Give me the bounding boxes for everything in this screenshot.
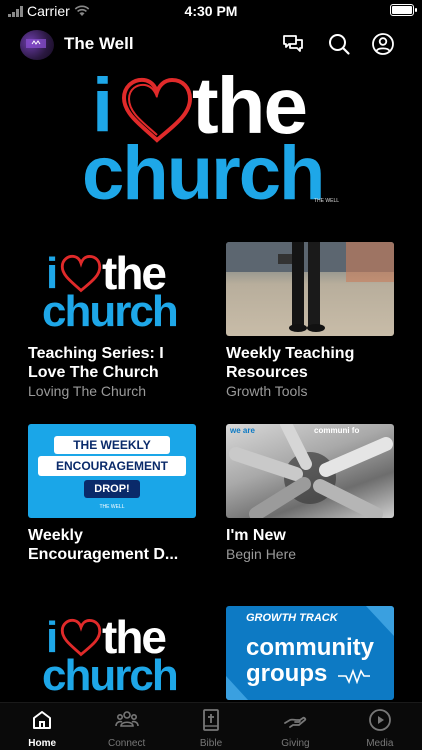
tab-label: Giving xyxy=(281,738,310,749)
tab-home[interactable]: Home xyxy=(0,703,84,750)
card-subtitle: Begin Here xyxy=(226,546,297,562)
card-im-new[interactable]: we are communi fo I'm New Begin Here xyxy=(226,424,394,563)
card-thumbnail: i the church xyxy=(28,242,196,336)
thumb-top-text: GROWTH TRACK xyxy=(246,612,338,624)
card-thumbnail: we are communi fo xyxy=(226,424,394,518)
bible-icon xyxy=(203,709,219,731)
thumb-line-1: THE WEEKLY xyxy=(54,436,170,454)
tab-label: Connect xyxy=(107,738,146,749)
card-teaching-series[interactable]: i the church Teaching Series: I Love The… xyxy=(28,242,196,400)
hands-together-photo xyxy=(229,424,393,518)
search-icon[interactable] xyxy=(327,32,351,56)
card-title: Weekly Teaching Resources xyxy=(226,345,355,381)
thumb-text-right: communi fo xyxy=(314,426,360,435)
card-thumbnail: THE WEEKLY ENCOURAGEMENT DROP! THE WELL xyxy=(28,424,196,518)
card-weekly-encouragement[interactable]: THE WEEKLY ENCOURAGEMENT DROP! THE WELL … xyxy=(28,424,196,564)
tab-bar: Home Connect Bible Giving Media xyxy=(0,702,422,750)
card-title: Weekly Encouragement D... xyxy=(28,527,179,563)
thumb-main-1: community xyxy=(246,634,375,661)
profile-icon[interactable] xyxy=(371,32,395,56)
thumb-text-left: we are xyxy=(230,426,255,435)
tab-label: Home xyxy=(28,738,57,749)
card-title: Teaching Series: I Love The Church xyxy=(28,345,164,381)
card-thumbnail: i the church xyxy=(28,606,196,700)
status-bar: Carrier 4:30 PM xyxy=(0,0,422,22)
tab-label: Bible xyxy=(199,738,223,749)
app-header: The Well xyxy=(0,26,422,62)
tab-label: Media xyxy=(366,738,394,749)
card-subtitle: Growth Tools xyxy=(226,383,308,399)
w-logo-icon xyxy=(338,668,370,684)
church-avatar[interactable] xyxy=(20,30,54,60)
thumb-line-2: ENCOURAGEMENT xyxy=(38,456,186,476)
thumb-logo-church: church xyxy=(42,287,179,336)
thumb-main-2: groups xyxy=(246,660,328,687)
thumb-line-3: DROP! xyxy=(84,480,140,498)
logo-brand-mark: THE WELL xyxy=(314,198,340,204)
giving-hand-icon xyxy=(284,716,307,728)
card-community-groups[interactable]: GROWTH TRACK community groups xyxy=(226,606,394,700)
card-title: I'm New xyxy=(226,527,286,544)
chat-icon[interactable] xyxy=(281,32,305,56)
status-time: 4:30 PM xyxy=(184,3,238,19)
card-subtitle: Loving The Church xyxy=(28,383,147,399)
tab-media[interactable]: Media xyxy=(338,703,422,750)
battery-icon xyxy=(390,4,417,16)
tab-giving[interactable]: Giving xyxy=(253,703,337,750)
play-circle-icon xyxy=(368,709,391,731)
home-icon xyxy=(33,711,52,729)
thumb-brand: THE WELL xyxy=(99,504,125,510)
thumb-logo-church: church xyxy=(42,651,179,700)
photo-person-standing xyxy=(226,242,394,332)
people-icon xyxy=(114,711,139,727)
tab-bible[interactable]: Bible xyxy=(169,703,253,750)
card-thumbnail xyxy=(226,242,394,336)
logo-word-church: church xyxy=(82,131,325,216)
card-i-love-the-church[interactable]: i the church xyxy=(28,606,196,700)
tab-connect[interactable]: Connect xyxy=(84,703,168,750)
card-weekly-teaching-resources[interactable]: Weekly Teaching Resources Growth Tools xyxy=(226,242,394,400)
hero-banner[interactable]: i the church THE WELL xyxy=(80,66,342,216)
app-title: The Well xyxy=(64,34,134,53)
card-thumbnail: GROWTH TRACK community groups xyxy=(226,606,394,700)
